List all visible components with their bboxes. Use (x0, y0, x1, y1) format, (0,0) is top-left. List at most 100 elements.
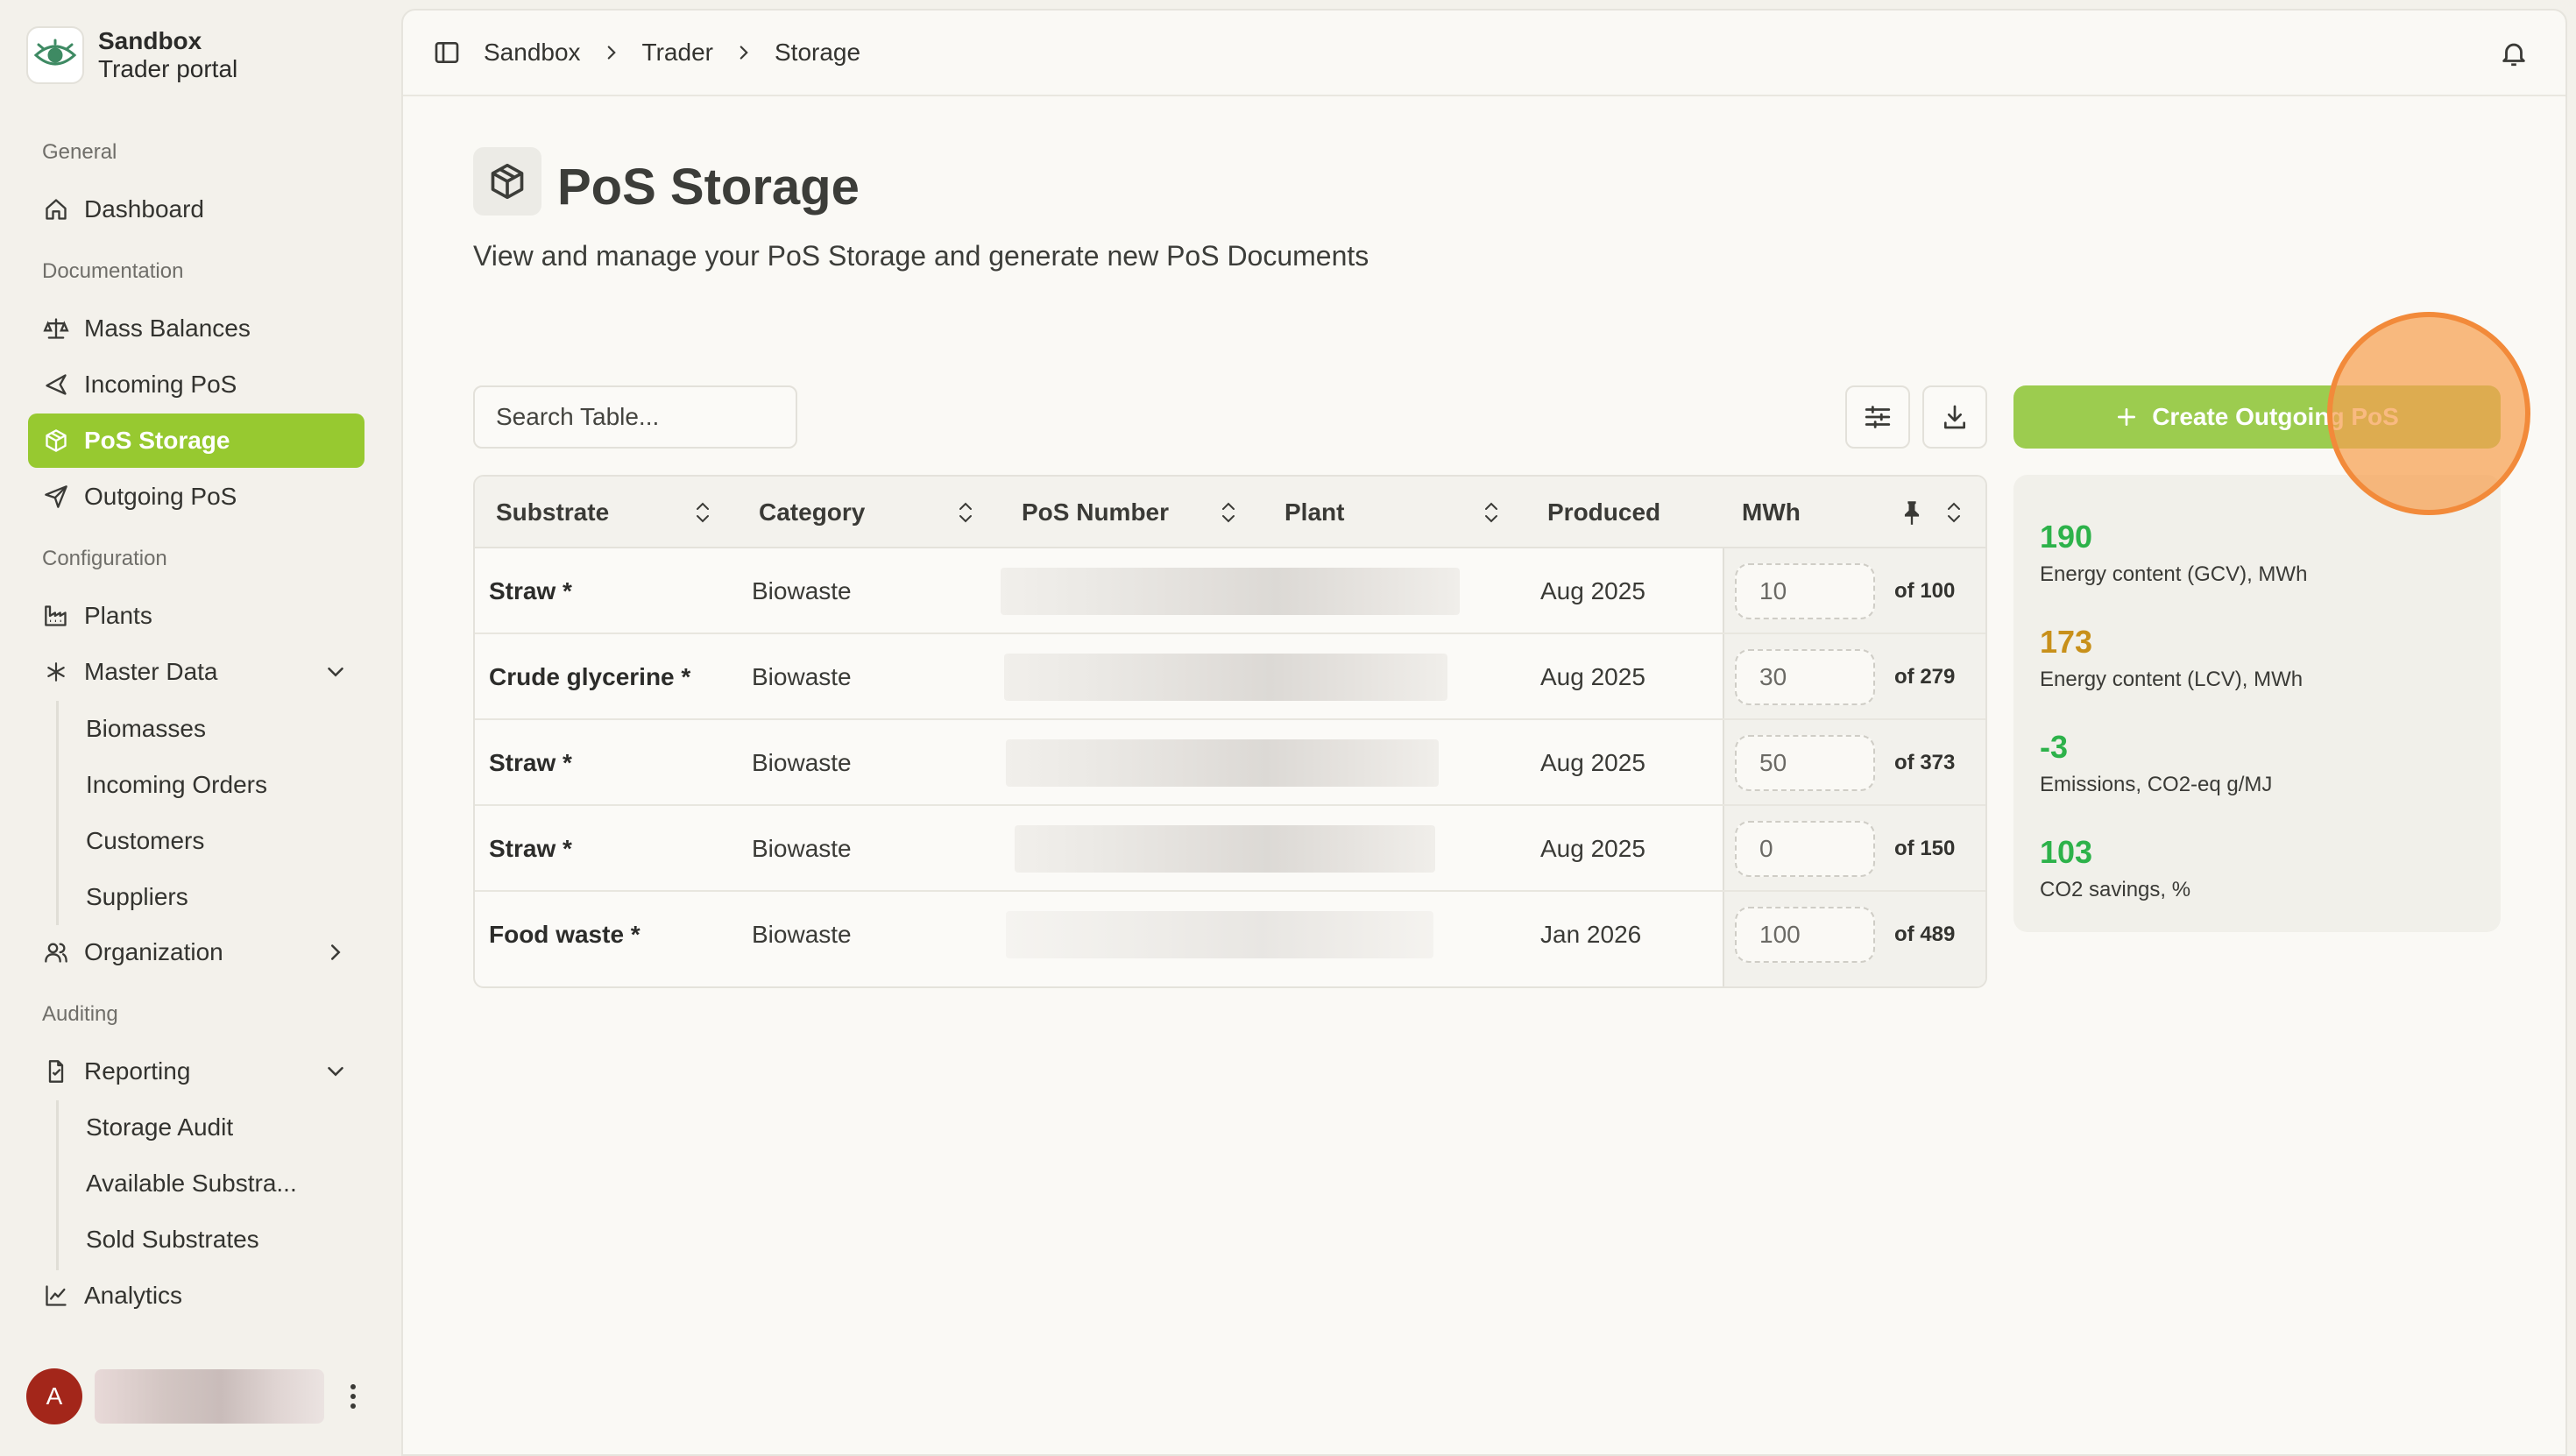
sidebar-item-label: Organization (84, 938, 223, 965)
sidebar-item-label: Mass Balances (84, 315, 251, 342)
chevron-right-icon (600, 41, 623, 64)
eye-logo-icon (26, 26, 84, 84)
sidebar-item-dashboard[interactable]: Dashboard (28, 182, 364, 237)
stat-co2-savings-label: CO2 savings, % (2040, 878, 2191, 901)
sidebar-item-outgoing-pos[interactable]: Outgoing PoS (28, 470, 364, 524)
sidebar-item-biomasses[interactable]: Biomasses (72, 703, 361, 754)
sort-icon[interactable] (1943, 501, 1964, 524)
sidebar-item-reporting[interactable]: Reporting (28, 1044, 364, 1099)
cell-of-total: of 150 (1894, 837, 1956, 860)
line-chart-icon (42, 1282, 70, 1310)
table-row[interactable]: Food waste * Biowaste Jan 2026 of 489 (475, 892, 1985, 978)
column-header-pos-number[interactable]: PoS Number (1022, 477, 1169, 548)
sidebar-item-pos-storage[interactable]: PoS Storage (28, 413, 364, 468)
cell-produced: Jan 2026 (1540, 921, 1642, 948)
group-label-documentation: Documentation (42, 259, 184, 283)
filter-settings-button[interactable] (1845, 385, 1910, 449)
mwh-input[interactable] (1735, 907, 1875, 963)
column-header-plant[interactable]: Plant (1284, 477, 1344, 548)
avatar[interactable]: A (26, 1368, 82, 1424)
column-header-substrate[interactable]: Substrate (496, 477, 609, 548)
column-header-category[interactable]: Category (759, 477, 865, 548)
sidebar-item-customers[interactable]: Customers (72, 816, 361, 866)
sidebar-item-storage-audit[interactable]: Storage Audit (72, 1102, 361, 1153)
package-icon (42, 427, 70, 455)
sidebar-item-master-data[interactable]: Master Data (28, 645, 364, 699)
sidebar-item-label: Reporting (84, 1057, 191, 1085)
plus-icon (2115, 406, 2138, 428)
cell-category: Biowaste (752, 921, 852, 948)
cell-substrate: Food waste * (489, 921, 640, 948)
pos-number-plant-redacted (1006, 911, 1433, 958)
search-input[interactable] (473, 385, 797, 449)
sidebar-item-label: PoS Storage (84, 427, 230, 454)
stat-gcv-value: 190 (2040, 519, 2093, 555)
table-row[interactable]: Straw * Biowaste Aug 2025 of 373 (475, 720, 1985, 806)
cell-category: Biowaste (752, 577, 852, 604)
sort-icon[interactable] (955, 501, 976, 524)
sidebar-item-label: Analytics (84, 1282, 183, 1309)
cell-produced: Aug 2025 (1540, 577, 1645, 604)
user-menu[interactable]: A (26, 1368, 366, 1424)
page-title: PoS Storage (557, 159, 860, 216)
chevron-right-icon (322, 939, 349, 965)
group-label-configuration: Configuration (42, 547, 167, 570)
sidebar-toggle-icon[interactable] (433, 39, 461, 67)
sort-icon[interactable] (1481, 501, 1502, 524)
cell-produced: Aug 2025 (1540, 749, 1645, 776)
breadcrumb-trader[interactable]: Trader (642, 39, 713, 67)
table-row[interactable]: Crude glycerine * Biowaste Aug 2025 of 2… (475, 634, 1985, 720)
cell-of-total: of 279 (1894, 665, 1956, 689)
sort-icon[interactable] (1218, 501, 1239, 524)
table-row[interactable]: Straw * Biowaste Aug 2025 of 150 (475, 806, 1985, 892)
sidebar-item-mass-balances[interactable]: Mass Balances (28, 301, 364, 356)
cell-of-total: of 489 (1894, 922, 1956, 946)
sidebar-item-suppliers[interactable]: Suppliers (72, 872, 361, 922)
page-subtitle: View and manage your PoS Storage and gen… (473, 240, 1369, 272)
sidebar-item-label: Plants (84, 602, 152, 629)
sort-icon[interactable] (692, 501, 713, 524)
stat-co2-savings-value: 103 (2040, 834, 2093, 870)
sidebar-item-incoming-orders[interactable]: Incoming Orders (72, 760, 361, 810)
column-header-produced[interactable]: Produced (1547, 477, 1660, 548)
bell-icon[interactable] (2499, 39, 2529, 68)
brand-name: Sandbox (98, 27, 202, 54)
sidebar: Sandbox Trader portal General Dashboard … (0, 0, 400, 1456)
mwh-input[interactable] (1735, 649, 1875, 705)
main-panel: Sandbox Trader Storage PoS Storage View … (401, 9, 2567, 1456)
stat-emissions-value: -3 (2040, 729, 2069, 765)
sidebar-item-organization[interactable]: Organization (28, 925, 364, 979)
download-button[interactable] (1922, 385, 1987, 449)
report-icon (42, 1057, 70, 1085)
sidebar-item-incoming-pos[interactable]: Incoming PoS (28, 357, 364, 412)
sidebar-item-available-substrates[interactable]: Available Substra... (72, 1158, 361, 1209)
mwh-input[interactable] (1735, 821, 1875, 877)
table-row[interactable]: Straw * Biowaste Aug 2025 of 100 (475, 548, 1985, 634)
cell-produced: Aug 2025 (1540, 663, 1645, 690)
breadcrumb-storage: Storage (774, 39, 861, 66)
breadcrumb-sandbox[interactable]: Sandbox (484, 39, 581, 67)
brand-subtitle: Trader portal (98, 55, 238, 82)
cell-substrate: Straw * (489, 577, 572, 604)
group-label-general: General (42, 140, 117, 164)
asterisk-icon (42, 658, 70, 686)
submenu-guide-line (56, 701, 59, 925)
brand[interactable]: Sandbox Trader portal (26, 26, 237, 84)
sidebar-item-plants[interactable]: Plants (28, 589, 364, 643)
sidebar-item-analytics[interactable]: Analytics (28, 1269, 364, 1323)
package-icon (473, 147, 541, 216)
column-header-mwh[interactable]: MWh (1742, 477, 1801, 548)
chevron-down-icon (322, 1058, 349, 1085)
factory-icon (42, 602, 70, 630)
mwh-input[interactable] (1735, 563, 1875, 619)
mwh-input[interactable] (1735, 735, 1875, 791)
pin-icon[interactable] (1900, 499, 1924, 526)
download-icon (1944, 405, 1965, 429)
scale-icon (42, 315, 70, 343)
more-vertical-icon[interactable] (340, 1379, 366, 1414)
send-icon (42, 483, 70, 511)
group-label-auditing: Auditing (42, 1002, 118, 1026)
sidebar-item-sold-substrates[interactable]: Sold Substrates (72, 1214, 361, 1265)
stat-gcv-label: Energy content (GCV), MWh (2040, 562, 2308, 586)
pos-number-plant-redacted (1001, 568, 1460, 615)
